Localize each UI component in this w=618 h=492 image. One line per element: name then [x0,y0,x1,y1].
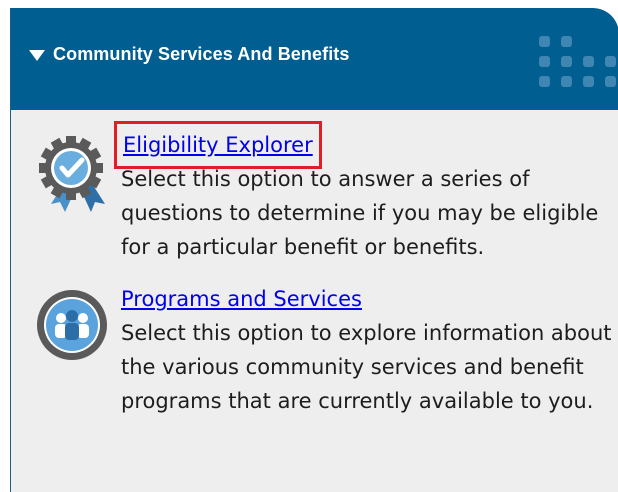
panel-content: Eligibility Explorer Select this option … [11,110,618,492]
item-text-block: Eligibility Explorer Select this option … [114,121,613,264]
eligibility-explorer-link[interactable]: Eligibility Explorer [114,121,322,169]
panel-title: Community Services And Benefits [53,44,350,64]
services-panel: Community Services And Benefits Eligibil… [10,8,618,492]
item-description: Select this option to answer a series of… [121,167,599,259]
item-text-block: Programs and Services Select this option… [121,282,613,418]
caret-down-icon [29,49,45,61]
dots-pattern-icon [525,36,616,100]
badge-check-icon [35,134,109,212]
item-description: Select this option to explore informatio… [121,321,612,413]
people-group-icon [35,288,109,362]
collapse-toggle[interactable]: Community Services And Benefits [29,44,350,65]
programs-services-link[interactable]: Programs and Services [121,282,362,316]
panel-header: Community Services And Benefits [11,8,618,110]
